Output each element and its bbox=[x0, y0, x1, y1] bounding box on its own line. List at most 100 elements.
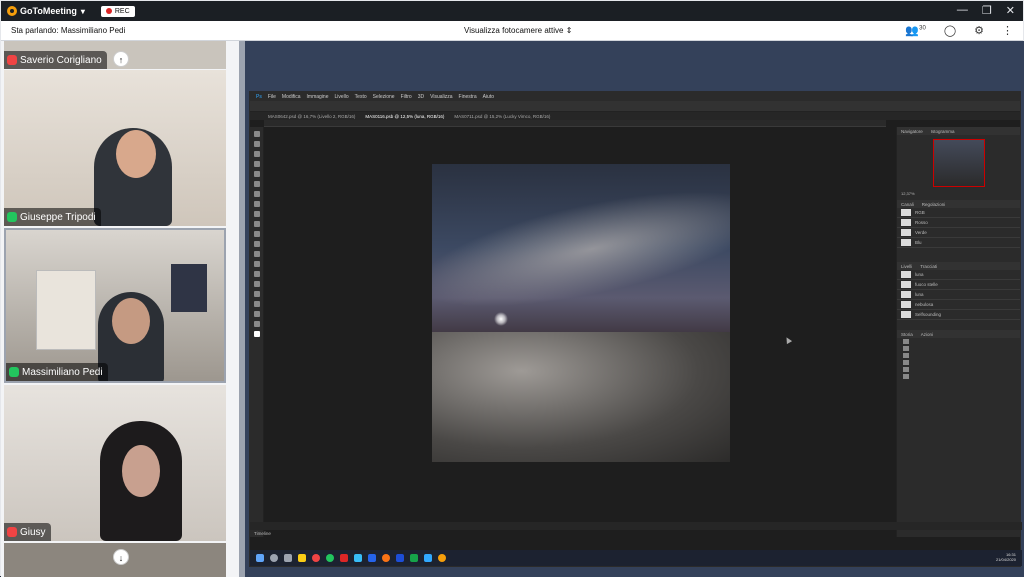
history-item[interactable] bbox=[897, 338, 1020, 345]
task-view-icon[interactable] bbox=[284, 554, 292, 562]
menu-item[interactable]: 3D bbox=[418, 94, 424, 100]
more-options-icon[interactable]: ⋮ bbox=[1002, 24, 1013, 37]
minimize-icon[interactable]: — bbox=[957, 4, 968, 17]
layer-row[interactable]: Selfsounding bbox=[897, 310, 1020, 320]
navigator-thumbnail[interactable] bbox=[932, 139, 985, 187]
layer-row[interactable]: luna bbox=[897, 290, 1020, 300]
document-tab-active[interactable]: MAS0116.psb @ 12,5% (luna, RGB/16) bbox=[365, 114, 444, 119]
lasso-tool-icon[interactable] bbox=[253, 151, 260, 157]
stamp-tool-icon[interactable] bbox=[253, 211, 260, 217]
system-clock[interactable]: 16:31 21/04/2020 bbox=[996, 552, 1016, 562]
layer-thumbnail bbox=[901, 281, 911, 288]
channel-row[interactable]: Blu bbox=[897, 238, 1020, 248]
menu-item[interactable]: Modifica bbox=[282, 94, 301, 100]
tab-actions[interactable]: Azioni bbox=[921, 332, 933, 337]
participant-name: Massimiliano Pedi bbox=[22, 366, 103, 378]
history-brush-icon[interactable] bbox=[253, 221, 260, 227]
tab-adjustments[interactable]: Regolazioni bbox=[922, 202, 946, 207]
type-tool-icon[interactable] bbox=[253, 281, 260, 287]
scroll-down-button[interactable]: ↓ bbox=[113, 549, 129, 565]
menu-item[interactable]: File bbox=[268, 94, 276, 100]
app-menu[interactable]: GoToMeeting ▾ bbox=[7, 6, 85, 16]
windows-start-icon[interactable] bbox=[256, 554, 264, 562]
gotomeeting-window: GoToMeeting ▾ REC — ❐ ✕ Sta parlando: Ma… bbox=[0, 0, 1024, 577]
eyedropper-tool-icon[interactable] bbox=[253, 181, 260, 187]
zoom-tool-icon[interactable] bbox=[253, 321, 260, 327]
blur-tool-icon[interactable] bbox=[253, 251, 260, 257]
path-select-tool-icon[interactable] bbox=[253, 291, 260, 297]
participant-name: Giuseppe Tripodi bbox=[20, 211, 96, 223]
close-icon[interactable]: ✕ bbox=[1006, 4, 1015, 17]
history-item[interactable] bbox=[897, 373, 1020, 380]
gotomeeting-taskbar-icon[interactable] bbox=[438, 554, 446, 562]
move-tool-icon[interactable] bbox=[253, 131, 260, 137]
tab-navigator[interactable]: Navigatore bbox=[901, 129, 923, 134]
healing-tool-icon[interactable] bbox=[253, 191, 260, 197]
history-item[interactable] bbox=[897, 345, 1020, 352]
tab-channels[interactable]: Canali bbox=[901, 202, 914, 207]
dodge-tool-icon[interactable] bbox=[253, 261, 260, 267]
photoshop-taskbar-icon[interactable] bbox=[424, 554, 432, 562]
rec-button[interactable]: REC bbox=[100, 5, 135, 17]
attendees-button[interactable]: 👥30 bbox=[905, 24, 925, 37]
menu-item[interactable]: Selezione bbox=[373, 94, 395, 100]
brush-tool-icon[interactable] bbox=[253, 201, 260, 207]
shape-tool-icon[interactable] bbox=[253, 301, 260, 307]
milky-way-photo[interactable] bbox=[432, 164, 730, 462]
menu-item[interactable]: Immagine bbox=[307, 94, 329, 100]
chrome-icon[interactable] bbox=[312, 554, 320, 562]
menu-item[interactable]: Finestra bbox=[459, 94, 477, 100]
timeline-label[interactable]: Timeline bbox=[250, 531, 271, 536]
pen-tool-icon[interactable] bbox=[253, 271, 260, 277]
gradient-tool-icon[interactable] bbox=[253, 241, 260, 247]
menu-item[interactable]: Visualizza bbox=[430, 94, 452, 100]
menu-item[interactable]: Testo bbox=[355, 94, 367, 100]
word-icon[interactable] bbox=[396, 554, 404, 562]
hand-tool-icon[interactable] bbox=[253, 311, 260, 317]
scroll-up-button[interactable]: ↑ bbox=[113, 51, 129, 67]
layer-row[interactable]: nebulosa bbox=[897, 300, 1020, 310]
layer-row[interactable]: fuoco stelle bbox=[897, 280, 1020, 290]
channels-panel-header: Canali Regolazioni bbox=[897, 200, 1020, 208]
right-panels: Navigatore Istogramma 12,37% Canali Rego… bbox=[896, 127, 1020, 537]
foreground-color-icon[interactable] bbox=[253, 331, 260, 337]
tab-history[interactable]: Storia bbox=[901, 332, 913, 337]
camera-view-selector[interactable]: Visualizza fotocamere attive ⇕ bbox=[464, 26, 572, 35]
participant-tile-active[interactable]: Massimiliano Pedi bbox=[4, 228, 226, 383]
firefox-icon[interactable] bbox=[382, 554, 390, 562]
participant-tile[interactable]: Giusy bbox=[4, 385, 226, 541]
gear-icon[interactable]: ⚙ bbox=[974, 24, 984, 37]
crop-tool-icon[interactable] bbox=[253, 171, 260, 177]
tab-paths[interactable]: Tracciati bbox=[920, 264, 937, 269]
excel-icon[interactable] bbox=[410, 554, 418, 562]
whatsapp-icon[interactable] bbox=[326, 554, 334, 562]
layer-row[interactable]: luna bbox=[897, 270, 1020, 280]
brand-label: GoToMeeting bbox=[20, 6, 77, 16]
document-tab[interactable]: MAS0642.psd @ 16,7% (Livello 2, RGB/16) bbox=[268, 114, 355, 119]
menu-item[interactable]: Aiuto bbox=[483, 94, 494, 100]
history-item[interactable] bbox=[897, 352, 1020, 359]
menu-item[interactable]: Livello bbox=[334, 94, 348, 100]
chat-icon[interactable]: ◯ bbox=[944, 24, 956, 37]
restore-icon[interactable]: ❐ bbox=[982, 4, 992, 17]
channel-row[interactable]: Rosso bbox=[897, 218, 1020, 228]
filezilla-icon[interactable] bbox=[340, 554, 348, 562]
outlook-icon[interactable] bbox=[368, 554, 376, 562]
app-icon[interactable] bbox=[354, 554, 362, 562]
eraser-tool-icon[interactable] bbox=[253, 231, 260, 237]
history-item[interactable] bbox=[897, 366, 1020, 373]
menu-item[interactable]: Filtro bbox=[401, 94, 412, 100]
document-tab[interactable]: MAS0711.psd @ 15,2% (Lucky Vimco, RGB/16… bbox=[454, 114, 550, 119]
file-explorer-icon[interactable] bbox=[298, 554, 306, 562]
channel-row[interactable]: RGB bbox=[897, 208, 1020, 218]
marquee-tool-icon[interactable] bbox=[253, 141, 260, 147]
history-item[interactable] bbox=[897, 359, 1020, 366]
tab-layers[interactable]: Livelli bbox=[901, 264, 912, 269]
tab-histogram[interactable]: Istogramma bbox=[931, 129, 955, 134]
channel-row[interactable]: Verde bbox=[897, 228, 1020, 238]
layer-name: Selfsounding bbox=[915, 312, 942, 317]
participant-tile[interactable]: Giuseppe Tripodi bbox=[4, 70, 226, 226]
quick-select-tool-icon[interactable] bbox=[253, 161, 260, 167]
record-icon bbox=[105, 8, 112, 14]
search-icon[interactable] bbox=[270, 554, 278, 562]
